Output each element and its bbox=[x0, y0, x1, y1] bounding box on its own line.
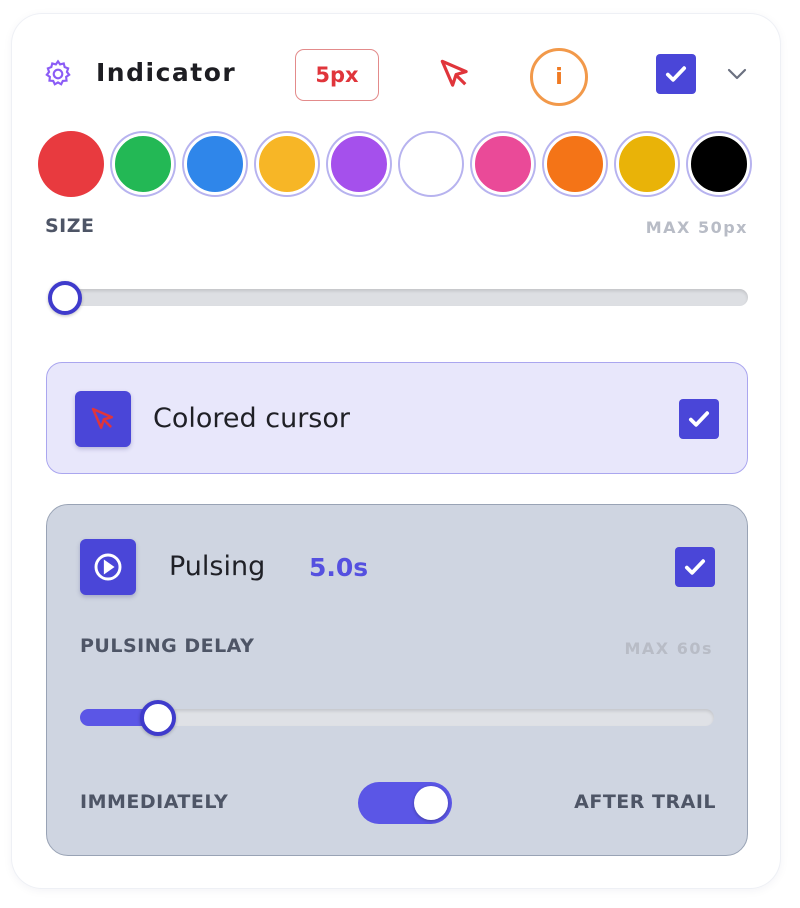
pulsing-checkbox[interactable] bbox=[675, 547, 715, 587]
indicator-enabled-checkbox[interactable] bbox=[656, 54, 696, 94]
color-swatch-purple[interactable] bbox=[328, 133, 390, 195]
color-swatch-white[interactable] bbox=[400, 133, 462, 195]
check-icon bbox=[684, 559, 706, 575]
pulsing-tile bbox=[80, 539, 136, 595]
color-swatch-red[interactable] bbox=[38, 131, 104, 197]
colored-cursor-label: Colored cursor bbox=[153, 403, 350, 434]
check-icon bbox=[665, 66, 687, 82]
pulsing-delay-max-label: MAX 60s bbox=[624, 639, 713, 658]
color-swatch-orange[interactable] bbox=[544, 133, 606, 195]
toggle-knob bbox=[414, 786, 448, 820]
after-trail-label: AFTER TRAIL bbox=[574, 791, 716, 813]
check-icon bbox=[688, 411, 710, 427]
pulsing-mode-toggle[interactable] bbox=[358, 782, 452, 824]
cursor-tile bbox=[75, 391, 131, 447]
pulsing-value: 5.0s bbox=[309, 553, 369, 582]
size-badge: 5px bbox=[295, 49, 379, 101]
cursor-arrow-icon bbox=[91, 407, 113, 429]
immediately-label: IMMEDIATELY bbox=[80, 791, 229, 813]
chevron-down-icon[interactable] bbox=[724, 64, 750, 84]
panel-title: Indicator bbox=[96, 58, 237, 87]
colored-cursor-card[interactable]: Colored cursor bbox=[46, 362, 748, 474]
color-swatch-blue[interactable] bbox=[184, 133, 246, 195]
size-slider-track[interactable] bbox=[48, 289, 748, 306]
size-label: SIZE bbox=[45, 215, 95, 237]
color-swatch-green[interactable] bbox=[112, 133, 174, 195]
gear-icon[interactable] bbox=[42, 58, 74, 90]
pulsing-delay-label: PULSING DELAY bbox=[80, 635, 255, 657]
color-swatch-gold[interactable] bbox=[616, 133, 678, 195]
play-circle-icon bbox=[94, 553, 122, 581]
color-swatch-yellow[interactable] bbox=[256, 133, 318, 195]
info-icon: i bbox=[555, 64, 563, 90]
size-slider-thumb[interactable] bbox=[48, 281, 82, 315]
colored-cursor-checkbox[interactable] bbox=[679, 399, 719, 439]
size-max-label: MAX 50px bbox=[645, 218, 748, 237]
color-swatch-black[interactable] bbox=[688, 133, 750, 195]
info-button[interactable]: i bbox=[530, 48, 588, 106]
pulsing-delay-thumb[interactable] bbox=[139, 700, 176, 736]
color-swatch-pink[interactable] bbox=[472, 133, 534, 195]
pulsing-label: Pulsing bbox=[169, 551, 266, 582]
cursor-arrow-icon[interactable] bbox=[436, 55, 474, 93]
size-badge-value: 5px bbox=[315, 63, 359, 87]
